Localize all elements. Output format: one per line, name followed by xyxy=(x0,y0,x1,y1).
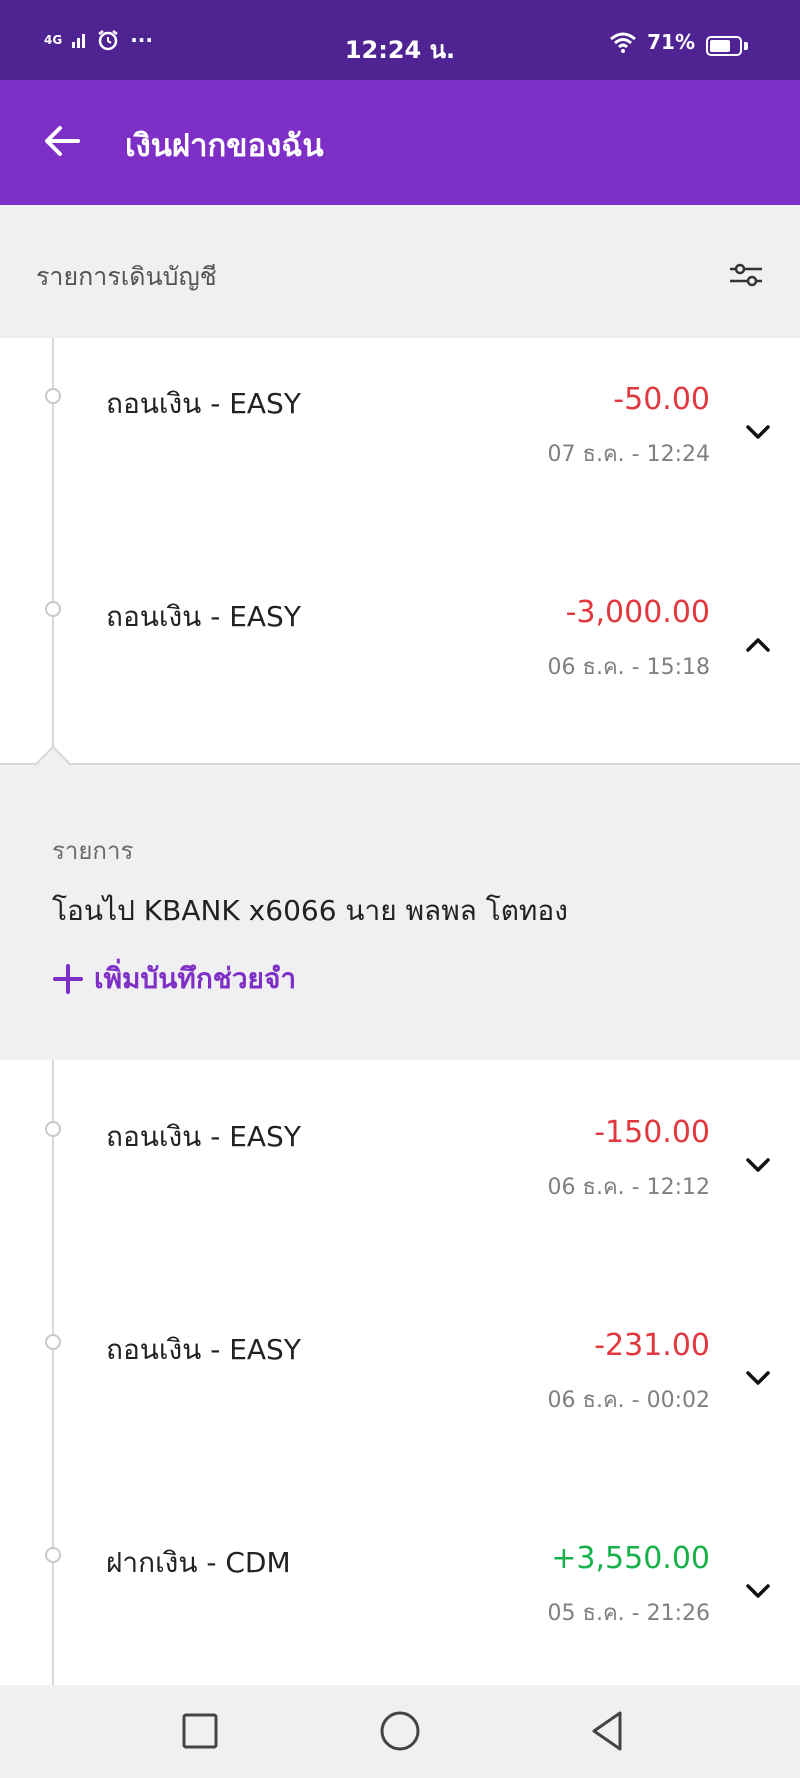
timeline-dot xyxy=(45,388,61,404)
transaction-row[interactable]: ถอนเงิน - EASY -50.00 07 ธ.ค. - 12:24 xyxy=(0,338,800,518)
transaction-row[interactable]: ฝากเงิน - CDM +3,550.00 05 ธ.ค. - 21:26 xyxy=(0,1497,800,1677)
transaction-date: 07 ธ.ค. - 12:24 xyxy=(547,442,710,467)
transaction-amount: -150.00 xyxy=(594,1115,710,1150)
status-right: 71% xyxy=(609,30,695,54)
section-title: รายการเดินบัญชี xyxy=(36,262,217,291)
transaction-detail-panel: รายการ โอนไป KBANK x6066 นาย พลพล โตทอง … xyxy=(0,745,800,1060)
back-nav-button[interactable] xyxy=(582,1705,634,1757)
triangle-back-icon xyxy=(592,1711,622,1751)
transaction-row[interactable]: ถอนเงิน - EASY -150.00 06 ธ.ค. - 12:12 xyxy=(0,1071,800,1251)
transaction-date: 06 ธ.ค. - 15:18 xyxy=(547,655,710,680)
filter-sliders-icon xyxy=(730,263,762,287)
square-icon xyxy=(182,1713,218,1749)
plus-icon xyxy=(53,964,83,994)
timeline-dot xyxy=(45,1547,61,1563)
timeline-dot xyxy=(45,601,61,617)
filter-button[interactable] xyxy=(726,255,766,295)
chevron-up-icon[interactable] xyxy=(742,629,774,661)
battery-tip xyxy=(744,42,748,50)
transaction-amount: +3,550.00 xyxy=(551,1541,710,1576)
section-header: รายการเดินบัญชี xyxy=(0,205,800,338)
transaction-title: ถอนเงิน - EASY xyxy=(106,1120,301,1153)
transaction-amount: -50.00 xyxy=(613,382,710,417)
transaction-title: ถอนเงิน - EASY xyxy=(106,600,301,633)
page-title: เงินฝากของฉัน xyxy=(125,128,324,164)
back-button[interactable] xyxy=(38,116,88,166)
add-note-button[interactable]: เพิ่มบันทึกช่วยจำ xyxy=(52,957,296,1001)
system-nav-bar xyxy=(0,1685,800,1778)
timeline-dot xyxy=(45,1121,61,1137)
app-bar: เงินฝากของฉัน xyxy=(0,80,800,205)
arrow-left-icon xyxy=(45,126,80,156)
detail-label: รายการ xyxy=(52,837,134,865)
battery-icon xyxy=(706,36,742,56)
chevron-down-icon[interactable] xyxy=(742,1149,774,1181)
battery-percent: 71% xyxy=(647,30,695,54)
chevron-down-icon[interactable] xyxy=(742,1575,774,1607)
transaction-row[interactable]: ถอนเงิน - EASY -3,000.00 06 ธ.ค. - 15:18 xyxy=(0,551,800,731)
add-note-label: เพิ่มบันทึกช่วยจำ xyxy=(94,962,297,995)
transaction-date: 05 ธ.ค. - 21:26 xyxy=(547,1601,710,1626)
chevron-down-icon[interactable] xyxy=(742,1362,774,1394)
chevron-down-icon[interactable] xyxy=(742,416,774,448)
transaction-title: ถอนเงิน - EASY xyxy=(106,387,301,420)
transaction-amount: -231.00 xyxy=(594,1328,710,1363)
transaction-row[interactable]: ถอนเงิน - EASY -231.00 06 ธ.ค. - 00:02 xyxy=(0,1284,800,1464)
wifi-icon xyxy=(610,32,637,53)
transaction-title: ฝากเงิน - CDM xyxy=(106,1546,291,1579)
detail-description: โอนไป KBANK x6066 นาย พลพล โตทอง xyxy=(52,894,568,927)
timeline-dot xyxy=(45,1334,61,1350)
transaction-date: 06 ธ.ค. - 12:12 xyxy=(547,1175,710,1200)
home-button[interactable] xyxy=(374,1705,426,1757)
transaction-title: ถอนเงิน - EASY xyxy=(106,1333,301,1366)
status-bar: 4G ··· 12:24 น. 71% xyxy=(0,0,800,80)
recent-apps-button[interactable] xyxy=(174,1705,226,1757)
transaction-amount: -3,000.00 xyxy=(565,595,710,630)
battery-fill xyxy=(710,40,730,52)
circle-icon xyxy=(380,1711,420,1751)
transaction-date: 06 ธ.ค. - 00:02 xyxy=(547,1388,710,1413)
